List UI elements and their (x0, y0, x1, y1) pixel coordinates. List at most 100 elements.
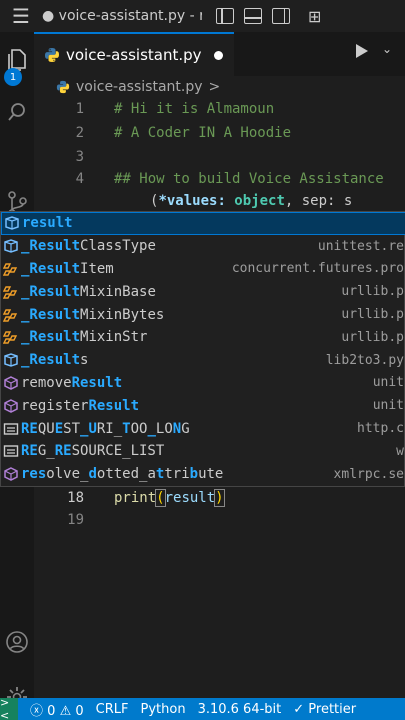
breadcrumb-file[interactable]: voice-assistant.py (76, 79, 203, 95)
breadcrumb-chevron: > (208, 79, 221, 95)
suggestion-item[interactable]: removeResult unit (1, 372, 405, 395)
suggestion-label: _ResultMixinStr (21, 329, 148, 346)
suggestion-detail: urllib.p (341, 284, 404, 300)
suggestion-label: _ResultMixinBase (21, 283, 156, 300)
sig-param: *values: (158, 193, 235, 209)
suggestion-detail: unit (372, 375, 404, 391)
check-icon: ✓ (293, 701, 305, 717)
python-file-icon (45, 48, 59, 62)
suggestion-widget[interactable]: result _ResultClassType unittest.re _Result… (0, 211, 405, 487)
breadcrumb: voice-assistant.py > (34, 76, 405, 98)
class-icon (2, 308, 20, 322)
toggle-sidebar-icon[interactable] (216, 8, 234, 24)
toggle-panel-icon[interactable] (244, 8, 262, 24)
line-text: ## How to build Voice Assistance (114, 171, 384, 187)
code-line: 18 print(result) (34, 487, 405, 509)
open-paren: ( (155, 489, 166, 507)
suggestion-detail: unit (372, 398, 404, 414)
suggestion-item[interactable]: _ResultMixinBase urllib.p (1, 280, 405, 303)
window-title: ● voice-assistant.py - r (42, 8, 202, 24)
tab-voice-assistant[interactable]: voice-assistant.py (34, 32, 234, 76)
suggestion-detail: http.c (357, 421, 404, 437)
suggestion-label: result (22, 215, 73, 232)
customize-layout-icon[interactable]: ⊞ (308, 7, 321, 26)
code-line: 19 (34, 509, 405, 531)
suggestion-label: resolve_dotted_attribute (21, 466, 224, 483)
code-line: 4 ## How to build Voice Assistance (34, 168, 405, 190)
chevron-down-icon[interactable]: ⌄ (382, 42, 392, 56)
class-icon (2, 285, 20, 299)
suggestion-item[interactable]: REG_RESOURCE_LIST w (1, 440, 405, 463)
code-line: 3 (34, 146, 405, 168)
status-bar: >< ⓧ 0 ⚠ 0 CRLF Python 3.10.6 64-bit ✓ P… (0, 696, 405, 720)
problems-status[interactable]: ⓧ 0 ⚠ 0 (30, 700, 84, 719)
warning-icon: ⚠ (59, 703, 72, 719)
line-text: # Hi it is Almamoun (114, 101, 275, 117)
formatter-label: Prettier (308, 701, 357, 717)
prettier-status[interactable]: ✓ Prettier (293, 702, 356, 717)
error-icon: ⓧ (30, 703, 44, 719)
language-status[interactable]: Python (141, 702, 186, 717)
search-icon[interactable] (0, 92, 34, 132)
suggestion-label: REG_RESOURCE_LIST (21, 443, 165, 460)
suggestion-item[interactable]: _ResultItem concurrent.futures.pro (1, 258, 405, 281)
method-icon (2, 376, 20, 390)
suggestion-item[interactable]: _ResultClassType unittest.re (1, 235, 405, 258)
suggestion-item[interactable]: registerResult unit (1, 394, 405, 417)
suggestion-item[interactable]: resolve_dotted_attribute xmlrpc.se (1, 463, 405, 486)
layout-controls (216, 8, 290, 24)
line-text: # A Coder IN A Hoodie (114, 125, 292, 141)
argument: result (164, 490, 216, 506)
eol-status[interactable]: CRLF (96, 702, 129, 717)
hamburger-menu-icon[interactable]: ☰ (0, 0, 42, 32)
interpreter-status[interactable]: 3.10.6 64-bit (198, 702, 282, 717)
constant-icon (2, 444, 20, 458)
suggestion-label: _ResultClassType (21, 238, 156, 255)
suggestion-item[interactable]: REQUEST_URI_TOO_LONG http.c (1, 417, 405, 440)
editor-tab-bar: voice-assistant.py ⌄ (34, 32, 405, 76)
suggestion-detail: w (396, 443, 404, 459)
variable-icon (2, 353, 20, 367)
line-number: 3 (75, 149, 84, 165)
suggestion-detail: urllib.p (341, 307, 404, 323)
line-text: print(result) (114, 489, 225, 507)
suggestion-label: _Results (21, 352, 89, 369)
python-file-icon (56, 80, 70, 94)
suggestion-detail: urllib.p (341, 329, 404, 345)
line-number: 18 (67, 490, 84, 506)
method-icon (2, 467, 20, 482)
suggestion-item[interactable]: result (1, 212, 405, 235)
remote-icon[interactable]: >< (0, 696, 18, 720)
suggestion-label: REQUEST_URI_TOO_LONG (21, 420, 190, 437)
line-number: 1 (75, 101, 84, 117)
suggestion-label: _ResultItem (21, 260, 114, 277)
class-icon (2, 330, 20, 345)
method-icon (2, 398, 20, 413)
explorer-badge: 1 (4, 68, 22, 86)
run-icon[interactable] (356, 44, 368, 58)
sig-type: object (234, 193, 285, 209)
sig-rest: , sep: s (284, 193, 353, 209)
line-number: 4 (75, 171, 84, 187)
suggestion-item[interactable]: _ResultMixinBytes urllib.p (1, 303, 405, 326)
variable-icon (2, 239, 20, 253)
title-bar: ☰ ● voice-assistant.py - r ⊞ (0, 0, 405, 32)
explorer-icon[interactable]: 1 (0, 40, 34, 86)
suggestion-label: _ResultMixinBytes (21, 306, 165, 323)
suggestion-detail: concurrent.futures.pro (231, 261, 404, 277)
code-line: 1 # Hi it is Almamoun (34, 98, 405, 120)
tab-label: voice-assistant.py (66, 46, 202, 64)
suggestion-detail: unittest.re (317, 238, 404, 254)
suggestion-item[interactable]: _ResultMixinStr urllib.p (1, 326, 405, 349)
suggestion-item[interactable]: _Results lib2to3.py (1, 349, 405, 372)
code-line: 2 # A Coder IN A Hoodie (34, 122, 405, 144)
close-paren: ) (214, 489, 225, 507)
warning-count: 0 (75, 703, 84, 719)
suggestion-label: registerResult (21, 397, 140, 414)
function-name: print (114, 490, 157, 506)
suggestion-label: removeResult (21, 374, 123, 391)
line-number: 19 (67, 512, 84, 528)
toggle-secondary-sidebar-icon[interactable] (272, 8, 290, 24)
account-icon[interactable] (0, 622, 34, 662)
unsaved-dot-icon[interactable] (213, 50, 223, 60)
